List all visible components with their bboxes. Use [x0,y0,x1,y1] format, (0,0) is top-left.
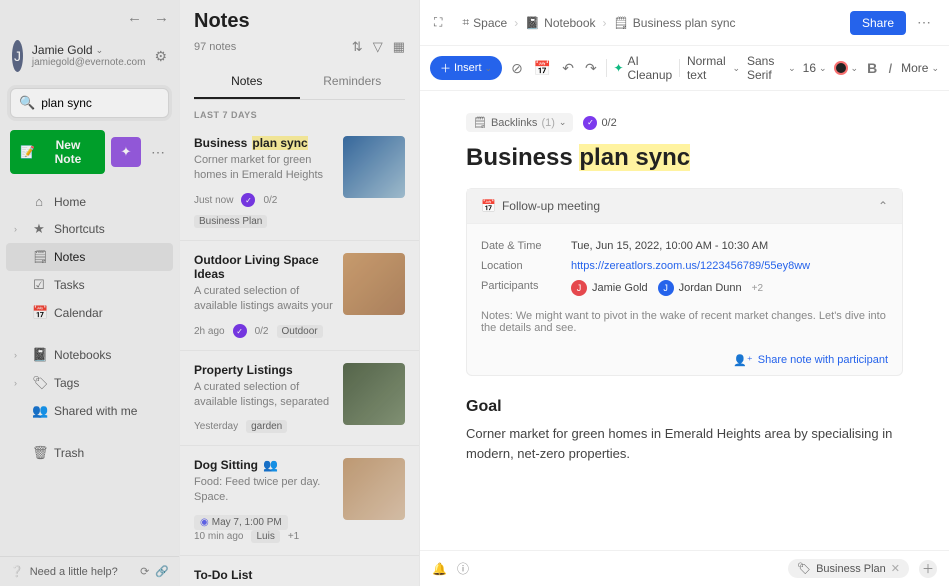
sort-icon[interactable]: ⇅ [352,39,363,55]
help-bar[interactable]: ❔ Need a little help? ⟳ 🔗 [0,556,179,586]
note-tag[interactable]: 🏷Business Plan✕ [788,559,909,578]
label-location: Location [481,260,571,272]
more-icon[interactable]: ⋯ [147,140,169,165]
collapse-icon[interactable]: ⌃ [878,199,888,213]
val-datetime: Tue, Jun 15, 2022, 10:00 AM - 10:30 AM [571,240,888,252]
link-icon[interactable]: 🔗 [155,565,169,578]
sidebar-item-shared-with-me[interactable]: 👥Shared with me [6,397,173,425]
tab-reminders[interactable]: Reminders [300,65,406,99]
participant[interactable]: JJordan Dunn [658,280,742,296]
note-item[interactable]: To-Do List Prep for client meeting and w… [180,556,419,586]
breadcrumb: ⛶ ⌗Space › 📓Notebook › 🗒Business plan sy… [420,0,949,46]
meeting-link[interactable]: https://zereatlors.zoom.us/1223456789/55… [571,260,810,272]
reminder-icon[interactable]: 🔔 [432,562,447,576]
toolbar: ＋Insert⌄ ⊘ 📅 ↶ ↷ ✦AI Cleanup Normal text… [420,46,949,91]
italic-icon[interactable]: I [886,60,894,76]
meeting-notes: Notes: We might want to pivot in the wak… [481,310,888,334]
gear-icon[interactable]: ⚙ [154,48,167,65]
meeting-card: 📅 Follow-up meeting ⌃ Date & Time Tue, Ju… [466,188,903,376]
redo-icon[interactable]: ↷ [583,60,599,77]
nav-back-icon[interactable]: ← [127,9,142,26]
user-name: Jamie Gold ⌄ [32,43,146,57]
user-email: jamiegold@evernote.com [32,57,146,69]
undo-icon[interactable]: ↶ [560,60,576,77]
task-counter[interactable]: ✓0/2 [583,116,616,130]
participant-more[interactable]: +2 [752,283,763,294]
share-icon: 👤⁺ [733,354,753,367]
sidebar-item-home[interactable]: ⌂Home [6,188,173,215]
fontsize-select[interactable]: 16⌄ [803,61,827,75]
label-participants: Participants [481,280,571,296]
toolbar-more[interactable]: More⌄ [901,61,939,75]
bold-icon[interactable]: B [865,60,879,76]
sidebar-item-notes[interactable]: 🗒Notes [6,243,173,271]
user-block[interactable]: J Jamie Gold ⌄ jamiegold@evernote.com ⚙ [0,34,179,82]
note-thumbnail [343,458,405,520]
expand-icon[interactable]: ⛶ [434,15,442,30]
calendar-icon[interactable]: 📅 [532,60,553,77]
calendar-icon: 📅 [481,199,496,213]
note-thumbnail [343,253,405,315]
sidebar-item-shortcuts[interactable]: ›★Shortcuts [6,215,173,243]
filter-icon[interactable]: ▽ [373,39,383,55]
new-note-button[interactable]: 📝 New Note [10,130,105,174]
note-more-icon[interactable]: ⋯ [913,10,935,35]
share-button[interactable]: Share [850,11,906,35]
section-last7: LAST 7 DAYS [180,100,419,124]
insert-button[interactable]: ＋Insert⌄ [430,56,502,80]
crumb-space[interactable]: ⌗Space [462,15,507,30]
help-icon: ❔ [10,565,24,578]
notes-heading: Notes [194,10,405,33]
search-box[interactable]: 🔍 ✕ [10,88,169,118]
crumb-notebook[interactable]: 📓Notebook [525,16,595,30]
nav-forward-icon[interactable]: → [154,9,169,26]
doc-title[interactable]: Business plan sync [466,144,903,172]
notes-count: 97 notes [194,41,236,53]
ai-note-button[interactable]: ✦ [111,137,141,167]
search-icon: 🔍 [19,95,35,111]
sidebar-item-trash[interactable]: 🗑Trash [6,439,173,467]
note-item[interactable]: Property Listings A curated selection of… [180,351,419,446]
note-thumbnail [343,136,405,198]
note-item[interactable]: Outdoor Living Space Ideas A curated sel… [180,241,419,351]
task-icon[interactable]: ⊘ [509,60,525,77]
help-text: Need a little help? [30,566,118,578]
crumb-note[interactable]: 🗒Business plan sync [614,16,736,30]
note-item[interactable]: Business plan sync Corner market for gre… [180,124,419,241]
sidebar-item-calendar[interactable]: 📅Calendar [6,299,173,327]
color-select[interactable]: ⌄ [834,61,859,75]
font-select[interactable]: Sans Serif⌄ [747,54,796,82]
share-with-participants[interactable]: 👤⁺Share note with participant [467,346,902,375]
sparkle-icon: ✦ [121,144,132,160]
add-tag-icon[interactable]: ＋ [919,560,937,578]
note-thumbnail [343,363,405,425]
label-datetime: Date & Time [481,240,571,252]
backlinks-chip[interactable]: 🗒Backlinks (1)⌄ [466,113,573,132]
sidebar: ← → J Jamie Gold ⌄ jamiegold@evernote.co… [0,0,180,586]
note-item[interactable]: Dog Sitting 👥 Food: Feed twice per day. … [180,446,419,556]
plus-note-icon: 📝 [20,145,35,159]
tab-notes[interactable]: Notes [194,65,300,99]
notes-column: Notes 97 notes ⇅ ▽ ▦ Notes Reminders LAS… [180,0,420,586]
sidebar-item-notebooks[interactable]: ›📓Notebooks [6,341,173,369]
avatar: J [12,40,23,72]
text-style-select[interactable]: Normal text⌄ [687,54,740,82]
editor-footer: 🔔 ⓘ 🏷Business Plan✕ ＋ [420,550,949,586]
editor-pane: ⛶ ⌗Space › 📓Notebook › 🗒Business plan sy… [420,0,949,586]
sidebar-item-tags[interactable]: ›🏷Tags [6,369,173,397]
search-input[interactable] [41,96,196,110]
view-icon[interactable]: ▦ [393,39,405,55]
goal-heading: Goal [466,398,903,416]
sidebar-item-tasks[interactable]: ☑Tasks [6,271,173,299]
goal-text[interactable]: Corner market for green homes in Emerald… [466,424,903,463]
sync-icon[interactable]: ⟳ [140,565,149,578]
ai-cleanup-button[interactable]: ✦AI Cleanup [613,54,672,82]
info-icon[interactable]: ⓘ [457,560,469,577]
participant[interactable]: JJamie Gold [571,280,648,296]
meeting-title: Follow-up meeting [502,199,600,213]
